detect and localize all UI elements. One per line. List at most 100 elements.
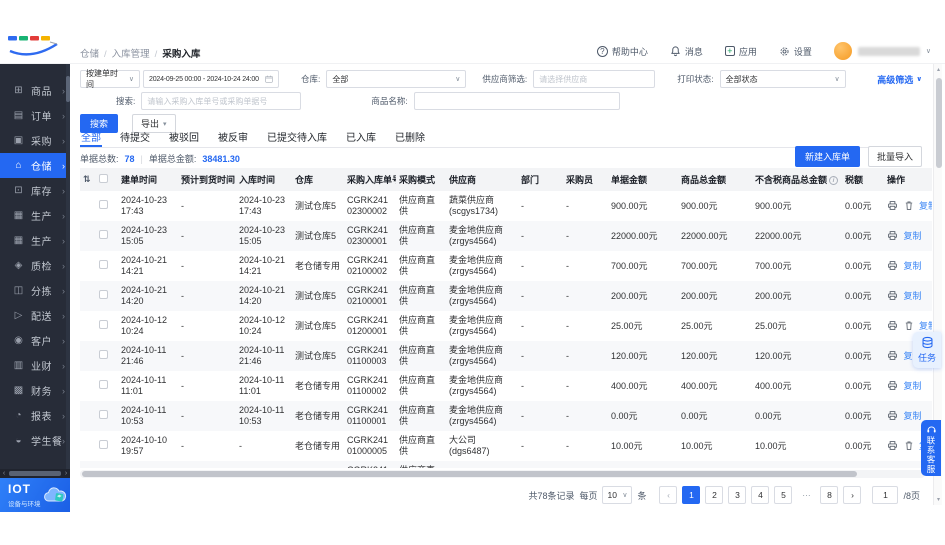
order-no-link[interactable]: CGRK24101000005 bbox=[344, 431, 396, 461]
time-field-select[interactable]: 按建单时间 ∨ bbox=[80, 70, 140, 88]
row-checkbox[interactable] bbox=[99, 350, 108, 359]
page-button[interactable]: 3 bbox=[728, 486, 746, 504]
next-page-button[interactable]: › bbox=[843, 486, 861, 504]
delete-icon[interactable] bbox=[904, 440, 914, 451]
copy-link[interactable]: 复制 bbox=[904, 411, 922, 421]
messages-button[interactable]: 消息 bbox=[670, 45, 703, 58]
status-tab[interactable]: 待提交 bbox=[119, 126, 151, 147]
print-icon[interactable] bbox=[887, 380, 898, 391]
print-status-select[interactable]: 全部状态 ∨ bbox=[720, 70, 846, 88]
page-button[interactable]: ··· bbox=[797, 486, 815, 504]
row-checkbox[interactable] bbox=[99, 440, 108, 449]
status-tab[interactable]: 已提交待入库 bbox=[266, 126, 328, 147]
expand-all-icon[interactable]: ⇅ bbox=[83, 174, 91, 184]
print-icon[interactable] bbox=[887, 260, 898, 271]
warehouse-select[interactable]: 全部 ∨ bbox=[326, 70, 466, 88]
iot-banner[interactable]: IOT 设备与环境 bbox=[0, 478, 70, 512]
user-menu[interactable]: ∨ bbox=[834, 42, 931, 60]
scroll-up-icon[interactable]: ▴ bbox=[934, 66, 943, 73]
print-icon[interactable] bbox=[887, 290, 898, 301]
settings-button[interactable]: 设置 bbox=[779, 45, 812, 58]
print-icon[interactable] bbox=[887, 230, 898, 241]
order-no-link[interactable]: CGRK24102100002 bbox=[344, 251, 396, 281]
task-float-button[interactable]: 任务 bbox=[913, 332, 941, 368]
order-no-link[interactable]: CGRK24102300002 bbox=[344, 191, 396, 221]
page-button[interactable]: 4 bbox=[751, 486, 769, 504]
page-button[interactable]: 2 bbox=[705, 486, 723, 504]
bulk-import-button[interactable]: 批量导入 bbox=[868, 146, 922, 167]
sidebar-item[interactable]: ▦ 生产 › bbox=[0, 228, 70, 253]
row-checkbox[interactable] bbox=[99, 290, 108, 299]
delete-icon[interactable] bbox=[904, 320, 914, 331]
copy-link[interactable]: 复制 bbox=[904, 261, 922, 271]
sidebar-item[interactable]: ▥ 业财 › bbox=[0, 353, 70, 378]
order-no-link[interactable]: CGRK24101100002 bbox=[344, 371, 396, 401]
help-center-button[interactable]: ? 帮助中心 bbox=[597, 45, 648, 58]
scrollbar-thumb[interactable] bbox=[936, 78, 942, 168]
sidebar-item[interactable]: ⌂ 仓储 › bbox=[0, 153, 70, 178]
breadcrumb-item[interactable]: 仓储 bbox=[80, 46, 107, 60]
print-icon[interactable] bbox=[887, 410, 898, 421]
scrollbar-thumb[interactable] bbox=[82, 471, 857, 477]
status-tab[interactable]: 全部 bbox=[80, 126, 102, 147]
status-tab[interactable]: 被反审 bbox=[217, 126, 249, 147]
page-jump-input[interactable] bbox=[872, 486, 898, 504]
scroll-down-icon[interactable]: ▾ bbox=[934, 496, 943, 503]
order-no-link[interactable]: CGRK24102100001 bbox=[344, 281, 396, 311]
product-name-input[interactable] bbox=[414, 92, 620, 110]
scroll-right-icon[interactable]: › bbox=[62, 470, 70, 477]
print-icon[interactable] bbox=[887, 350, 898, 361]
sidebar-item[interactable]: ▩ 财务 › bbox=[0, 378, 70, 403]
breadcrumb-item[interactable]: 采购入库 bbox=[162, 46, 200, 60]
prev-page-button[interactable]: ‹ bbox=[659, 486, 677, 504]
row-checkbox[interactable] bbox=[99, 260, 108, 269]
print-icon[interactable] bbox=[887, 320, 898, 331]
row-checkbox[interactable] bbox=[99, 200, 108, 209]
search-input[interactable] bbox=[141, 92, 301, 110]
page-button[interactable]: 1 bbox=[682, 486, 700, 504]
status-tab[interactable]: 已删除 bbox=[394, 126, 426, 147]
contact-service-button[interactable]: 联系客服 bbox=[921, 420, 941, 476]
row-checkbox[interactable] bbox=[99, 410, 108, 419]
sidebar-item[interactable]: ◫ 分拣 › bbox=[0, 278, 70, 303]
per-page-select[interactable]: 10 ∨ bbox=[602, 486, 632, 504]
page-button[interactable]: 5 bbox=[774, 486, 792, 504]
advanced-filter-link[interactable]: 高级筛选 ∨ bbox=[877, 73, 922, 86]
sidebar-vertical-scrollbar[interactable] bbox=[66, 64, 70, 469]
copy-link[interactable]: 复制 bbox=[919, 321, 932, 331]
row-checkbox[interactable] bbox=[99, 230, 108, 239]
print-icon[interactable] bbox=[887, 440, 898, 451]
row-checkbox[interactable] bbox=[99, 380, 108, 389]
order-no-link[interactable]: CGRK24102300001 bbox=[344, 221, 396, 251]
copy-link[interactable]: 复制 bbox=[904, 381, 922, 391]
order-no-link[interactable]: CGRK24101100001 bbox=[344, 401, 396, 431]
sidebar-item[interactable]: ⊞ 商品 › bbox=[0, 78, 70, 103]
status-tab[interactable]: 已入库 bbox=[345, 126, 377, 147]
copy-link[interactable]: 复制 bbox=[904, 291, 922, 301]
copy-link[interactable]: 复制 bbox=[919, 201, 932, 211]
sidebar-item[interactable]: ▷ 配送 › bbox=[0, 303, 70, 328]
sidebar-item[interactable]: ▣ 采购 › bbox=[0, 128, 70, 153]
row-checkbox[interactable] bbox=[99, 320, 108, 329]
sidebar-item[interactable]: ⊡ 库存 › bbox=[0, 178, 70, 203]
page-button[interactable]: 8 bbox=[820, 486, 838, 504]
create-inbound-button[interactable]: 新建入库单 bbox=[795, 146, 860, 167]
info-icon[interactable]: i bbox=[829, 176, 838, 185]
select-all-checkbox[interactable] bbox=[99, 174, 108, 183]
sidebar-item[interactable]: ▤ 订单 › bbox=[0, 103, 70, 128]
delete-icon[interactable] bbox=[904, 200, 914, 211]
sidebar-item[interactable]: ◔ 报表 › bbox=[0, 403, 70, 428]
sidebar-item[interactable]: ▦ 生产 › bbox=[0, 203, 70, 228]
sidebar-item[interactable]: ◒ 学生餐 › bbox=[0, 428, 70, 453]
status-tab[interactable]: 被驳回 bbox=[168, 126, 200, 147]
order-no-link[interactable]: CGRK24101100003 bbox=[344, 341, 396, 371]
sidebar-item[interactable]: ◉ 客户 › bbox=[0, 328, 70, 353]
print-icon[interactable] bbox=[887, 200, 898, 211]
sidebar-item[interactable]: ◈ 质检 › bbox=[0, 253, 70, 278]
table-horizontal-scrollbar[interactable] bbox=[80, 470, 925, 478]
sidebar-horizontal-scrollbar[interactable]: ‹ › bbox=[0, 469, 70, 478]
apps-button[interactable]: + 应用 bbox=[725, 45, 757, 58]
order-no-link[interactable]: CGRK241010 bbox=[344, 461, 396, 468]
supplier-input[interactable] bbox=[533, 70, 655, 88]
scrollbar-thumb[interactable] bbox=[9, 471, 61, 476]
